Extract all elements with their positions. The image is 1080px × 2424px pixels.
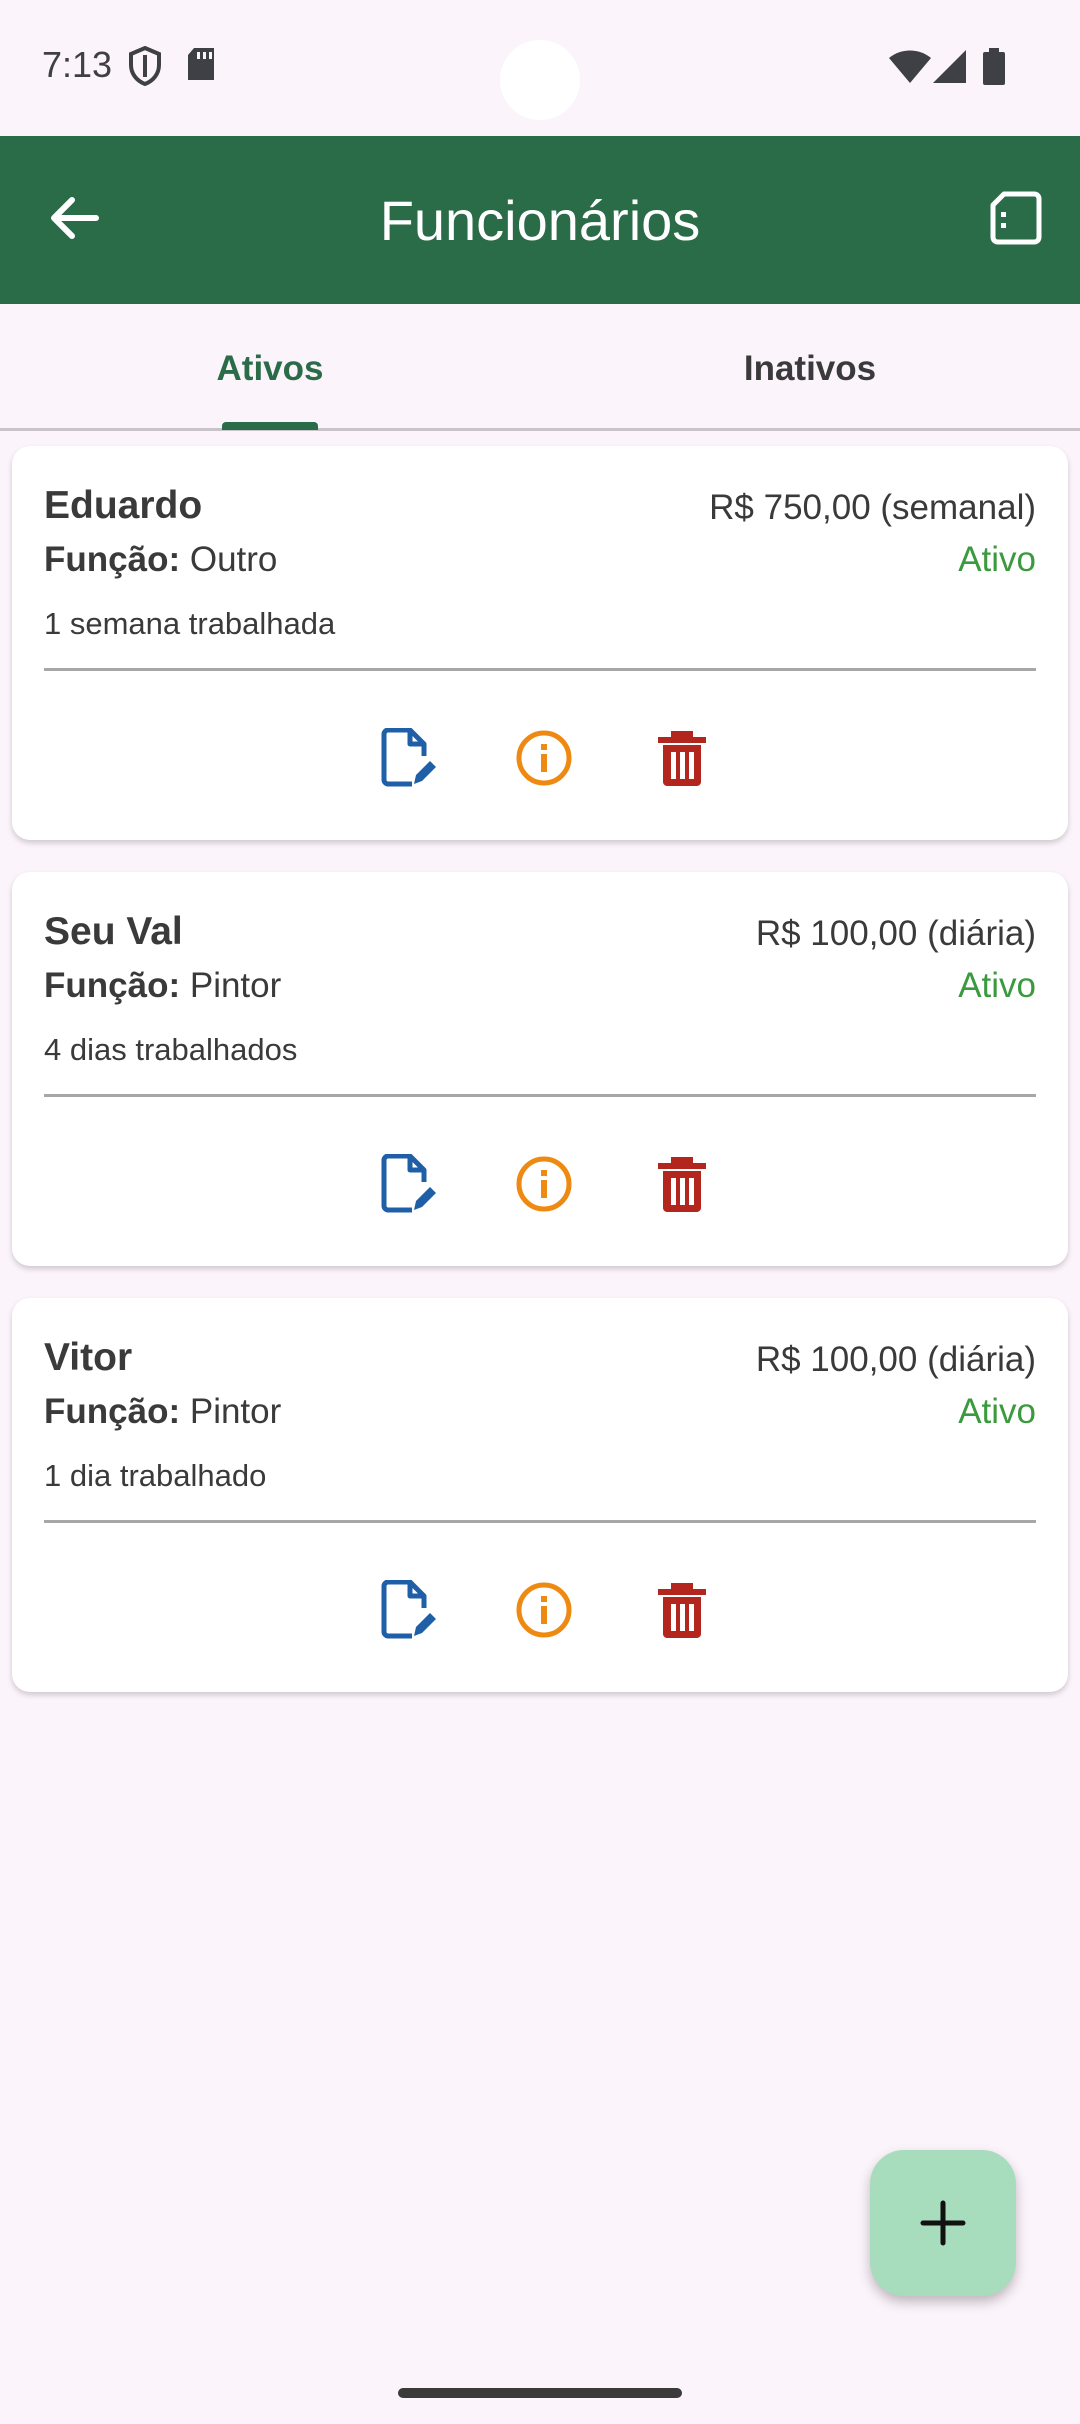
status-bar: 7:13 [0,0,1080,136]
battery-icon [982,48,1006,91]
info-icon [514,1582,574,1644]
edit-document-icon [378,1579,438,1644]
info-button[interactable] [514,1154,574,1214]
employee-role: Função: Pintor [44,966,281,1006]
employee-name: Vitor [44,1336,133,1379]
add-employee-button[interactable] [870,2150,1016,2296]
role-value: Pintor [189,1392,282,1431]
employee-name: Eduardo [44,484,203,527]
status-badge: Ativo [958,1392,1036,1431]
employee-role: Função: Outro [44,540,277,580]
delete-button[interactable] [652,1154,712,1214]
tab-inativos[interactable]: Inativos [540,304,1080,428]
role-value: Outro [189,540,278,579]
page-title: Funcionários [379,189,701,252]
trash-icon [652,731,712,792]
employee-card[interactable]: Eduardo R$ 750,00 (semanal) Função: Outr… [12,446,1068,840]
screen: 7:13 Funcionários Ativos Inativos Eduard… [0,0,1080,2424]
trash-icon [652,1157,712,1218]
employee-card[interactable]: Seu Val R$ 100,00 (diária) Função: Pinto… [12,872,1068,1266]
employee-wage: R$ 100,00 (diária) [755,914,1036,953]
delete-button[interactable] [652,728,712,788]
role-prefix: Função: [44,1392,181,1431]
signal-icon [932,50,968,89]
divider [44,1094,1036,1097]
role-value: Pintor [189,966,282,1005]
info-button[interactable] [514,728,574,788]
edit-document-icon [378,1153,438,1218]
tab-ativos[interactable]: Ativos [0,304,540,428]
wifi-icon [888,50,932,89]
sd-card-icon [186,46,216,87]
tab-indicator [222,422,318,430]
edit-button[interactable] [378,727,438,788]
role-prefix: Função: [44,540,181,579]
status-badge: Ativo [958,966,1036,1005]
info-icon [514,1156,574,1218]
divider [44,668,1036,671]
report-icon [988,191,1044,250]
tab-bar: Ativos Inativos [0,304,1080,431]
app-bar: Funcionários [0,136,1080,304]
camera-cutout [500,40,580,120]
delete-button[interactable] [652,1580,712,1640]
divider [44,1520,1036,1523]
info-button[interactable] [514,1580,574,1640]
info-icon [514,730,574,792]
edit-document-icon [378,727,438,792]
employee-wage: R$ 100,00 (diária) [755,1340,1036,1379]
gesture-bar[interactable] [398,2388,682,2398]
worked-time: 1 semana trabalhada [44,606,336,641]
report-button[interactable] [988,190,1044,246]
role-prefix: Função: [44,966,181,1005]
edit-button[interactable] [378,1579,438,1640]
worked-time: 1 dia trabalhado [44,1458,267,1493]
employee-wage: R$ 750,00 (semanal) [709,488,1036,527]
status-badge: Ativo [958,540,1036,579]
edit-button[interactable] [378,1153,438,1214]
trash-icon [652,1583,712,1644]
shield-icon [128,45,162,91]
employee-name: Seu Val [44,910,183,953]
worked-time: 4 dias trabalhados [44,1032,298,1067]
employee-card[interactable]: Vitor R$ 100,00 (diária) Função: Pintor … [12,1298,1068,1692]
employee-role: Função: Pintor [44,1392,281,1432]
status-time: 7:13 [42,44,113,85]
